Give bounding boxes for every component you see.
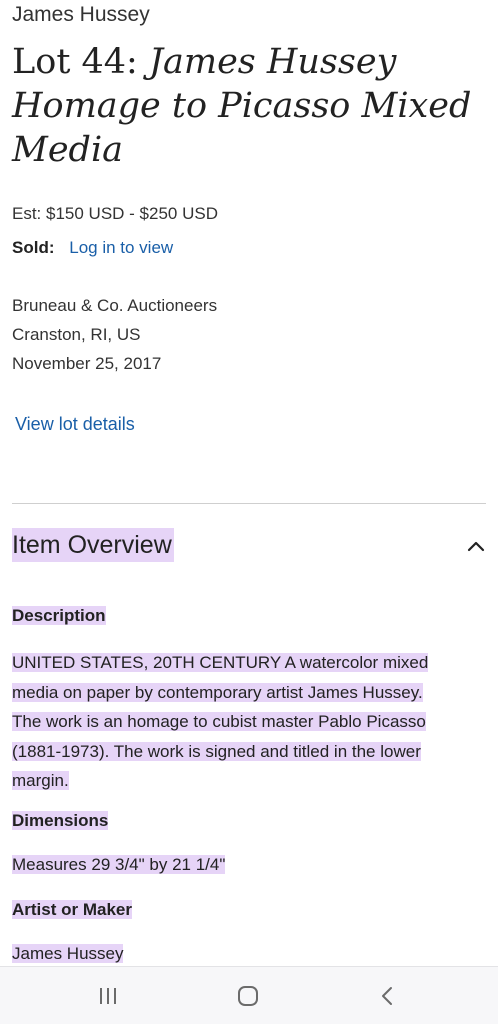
description-label: Description: [12, 606, 106, 625]
section-divider: [12, 503, 486, 504]
system-navigation-bar: [0, 966, 498, 1024]
sold-label: Sold:: [12, 238, 55, 257]
lot-page: James Hussey Lot 44: James Hussey Homage…: [0, 0, 498, 1024]
item-overview-title[interactable]: Item Overview: [12, 528, 174, 562]
estimate-text: Est: $150 USD - $250 USD: [12, 204, 218, 223]
description-line: (1881-1973). The work is signed and titl…: [12, 741, 421, 761]
auction-location: Cranston, RI, US: [12, 325, 141, 344]
chevron-up-icon[interactable]: [466, 536, 486, 556]
home-icon[interactable]: [236, 984, 260, 1008]
description-line: margin.: [12, 771, 69, 790]
lot-title: Lot 44: James Hussey Homage to Picasso M…: [12, 40, 482, 172]
auction-house[interactable]: Bruneau & Co. Auctioneers: [12, 296, 217, 316]
login-to-view-link[interactable]: Log in to view: [69, 238, 173, 257]
sold-row: Sold: Log in to view: [12, 238, 173, 258]
artist-maker-label: Artist or Maker: [12, 900, 132, 919]
dimensions-label: Dimensions: [12, 811, 109, 830]
recents-icon[interactable]: [96, 984, 120, 1008]
description-line: media on paper by contemporary artist Ja…: [12, 682, 423, 702]
description-line: UNITED STATES, 20TH CENTURY A watercolor…: [12, 653, 429, 672]
lot-number: Lot 44:: [12, 42, 138, 82]
back-icon[interactable]: [376, 984, 400, 1008]
description-text: UNITED STATES, 20TH CENTURY A watercolor…: [12, 648, 492, 796]
auction-date: November 25, 2017: [12, 354, 162, 373]
dimensions-value: Measures 29 3/4" by 21 1/4": [12, 855, 226, 874]
description-line: The work is an homage to cubist master P…: [12, 712, 426, 731]
artist-name-header[interactable]: James Hussey: [12, 3, 150, 27]
artist-maker-value: James Hussey: [12, 944, 124, 963]
view-lot-details-link[interactable]: View lot details: [15, 414, 135, 435]
